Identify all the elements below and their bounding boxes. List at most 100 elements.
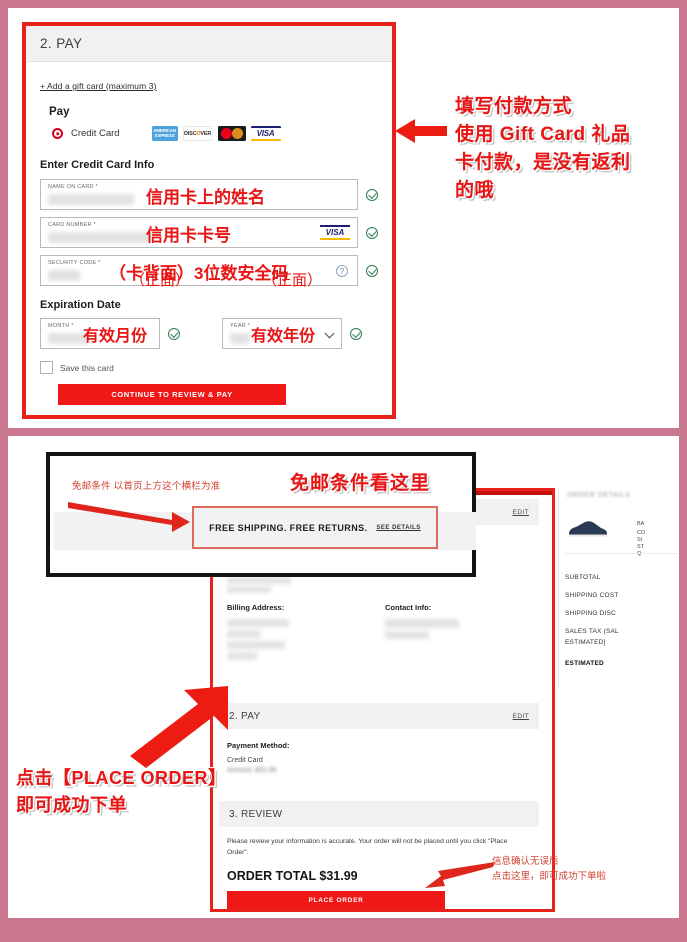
annotation-bottom-right-line-2: 点击这里，即可成功下单啦 [492,870,607,882]
up-right-arrow-icon [130,686,228,768]
free-shipping-callout-box: 免邮条件 以首页上方这个横栏为准 免邮条件看这里 FREE SHIPPING. … [46,452,476,577]
contact-info-label: Contact Info: [385,603,432,612]
left-arrow-icon-small [425,862,495,888]
billing-blur-1 [227,619,289,627]
order-details-sidebar: ORDER DETAILS BA CO SI ST Q SUBTOTAL SHI… [558,488,679,688]
item-attr-4: Q [637,551,642,557]
amex-logo: AMERICAN EXPRESS [151,126,178,141]
order-row-sales-tax: SALES TAX (SAL [565,628,619,635]
name-on-card-value-blur [48,194,134,205]
shipto-blur-2 [227,586,271,593]
card-type-visa-icon: VISA [320,225,350,240]
annotation-bottom-right-line-1: 信息确认无误后 [492,856,559,867]
contact-blur-1 [385,619,459,628]
left-arrow-icon [395,118,447,144]
save-card-row[interactable]: Save this card [40,361,378,374]
order-total-text: ORDER TOTAL $31.99 [227,869,358,883]
review-paragraph: Please review your information is accura… [227,838,508,856]
name-on-card-annotation: 信用卡上的姓名 [146,188,265,207]
annotation-top-line-3: 卡付款，是没有返利 [455,152,631,174]
discover-logo: DISC O VER [182,126,213,141]
pay-review-title: 2. PAY [229,710,261,722]
expiration-year-value-blur [230,333,250,344]
annotation-bottom-left-line-1: 点击【PLACE ORDER】 [16,768,227,788]
card-number-value-blur [48,232,152,243]
save-card-label: Save this card [60,362,114,373]
pay-edit-link[interactable]: EDIT [513,713,529,720]
payment-method-label: Payment Method: [227,741,290,750]
name-on-card-row: NAME ON CARD * 信用卡上的姓名 [40,179,378,210]
pay-card-panel: 2. PAY + Add a gift card (maximum 3) Pay… [22,22,396,419]
place-order-button[interactable]: PLACE ORDER [227,891,445,909]
right-arrow-icon [68,502,190,532]
top-canvas: 2. PAY + Add a gift card (maximum 3) Pay… [8,8,679,428]
annotation-top-text: 填写付款方式 使用 Gift Card 礼品 卡付款，是没有返利 的哦 [455,93,687,205]
expiration-year-select[interactable]: YEAR * 有效年份 [222,318,342,349]
card-number-field[interactable]: CARD NUMBER * 信用卡卡号 VISA [40,217,358,248]
annotation-bottom-left-line-2: 即可成功下单 [16,794,127,815]
year-front-note: （正面） [262,272,323,289]
name-on-card-label: NAME ON CARD * [48,184,98,190]
annotation-bottom-right-text: 信息确认无误后 点击这里，即可成功下单啦 [492,855,606,884]
item-attr-0: BA [637,521,645,527]
item-attr-3: ST [637,544,645,550]
pay-label: Pay [49,106,70,118]
annotation-top-line-2: 使用 Gift Card 礼品 [455,124,631,146]
enter-credit-card-info-title: Enter Credit Card Info [40,159,155,171]
expiration-year-annotation: 有效年份 [251,328,316,345]
review-section-header: 3. REVIEW [219,801,539,827]
free-shipping-note: 免邮条件 以首页上方这个横栏为准 [72,481,221,492]
review-section-title: 3. REVIEW [229,808,283,820]
annotation-bottom-left-text: 点击【PLACE ORDER】 即可成功下单 [16,765,227,818]
order-details-header: ORDER DETAILS [567,492,631,499]
expiration-month-valid-icon [168,327,180,340]
mastercard-logo [217,126,246,141]
order-row-shipping-discount: SHIPPING DISC [565,610,616,617]
order-row-estimated: ESTIMATED [565,660,604,667]
billing-blur-2 [227,630,261,638]
accepted-card-logos: AMERICAN EXPRESS DISC O VER VISA [151,126,281,141]
order-row-subtotal: SUBTOTAL [565,574,601,581]
card-number-annotation: 信用卡卡号 [146,226,231,245]
security-code-help-icon[interactable]: ? [336,265,348,277]
month-front-note: （正面） [130,272,191,289]
expiration-year-valid-icon [350,327,362,340]
see-details-link[interactable]: SEE DETAILS [376,525,420,531]
pay-review-header: 2. PAY EDIT [219,703,539,729]
security-code-valid-icon [366,264,378,277]
security-code-row: SECURITY CODE * （卡背面）3位数安全码 ? [40,255,378,286]
sneaker-image [569,521,607,537]
pay-section-title: 2. PAY [40,36,83,51]
pay-section-header: 2. PAY [26,26,392,62]
billing-blur-4 [227,652,257,660]
billing-blur-3 [227,641,285,649]
screenshot-root: 2. PAY + Add a gift card (maximum 3) Pay… [0,0,687,942]
annotation-top-line-1: 填写付款方式 [455,96,573,117]
credit-card-radio[interactable] [52,128,63,139]
annotation-top-line-4: 的哦 [455,180,495,202]
add-gift-card-link[interactable]: + Add a gift card (maximum 3) [40,81,157,91]
payment-method-value: Credit Card [227,757,263,764]
item-attr-2: SI [637,537,643,543]
shipping-edit-link[interactable]: EDIT [513,509,529,516]
visa-logo: VISA [250,126,281,141]
chevron-down-icon[interactable] [324,328,335,339]
free-shipping-banner: FREE SHIPPING. FREE RETURNS. SEE DETAILS [192,506,438,549]
billing-address-label: Billing Address: [227,603,285,612]
order-row-shipping-cost: SHIPPING COST [565,592,619,599]
save-card-checkbox[interactable] [40,361,53,374]
security-code-label: SECURITY CODE * [48,260,101,266]
free-shipping-highlight: 免邮条件看这里 [290,473,431,494]
expiration-row: MONTH * 有效月份 YEAR * 有效年份 [40,318,378,349]
continue-to-review-button[interactable]: CONTINUE TO REVIEW & PAY [58,384,286,405]
expiration-month-select[interactable]: MONTH * 有效月份 [40,318,160,349]
card-number-valid-icon [366,226,378,239]
shipto-blur-1 [227,577,291,584]
card-number-row: CARD NUMBER * 信用卡卡号 VISA [40,217,378,248]
order-details-divider [565,553,677,554]
expiration-month-label: MONTH * [48,323,74,329]
name-on-card-field[interactable]: NAME ON CARD * 信用卡上的姓名 [40,179,358,210]
payment-method-row: Credit Card AMERICAN EXPRESS DISC O VER VIS… [52,126,378,141]
card-number-label: CARD NUMBER * [48,222,96,228]
payment-amount: Amount: $31.99 [227,767,277,774]
